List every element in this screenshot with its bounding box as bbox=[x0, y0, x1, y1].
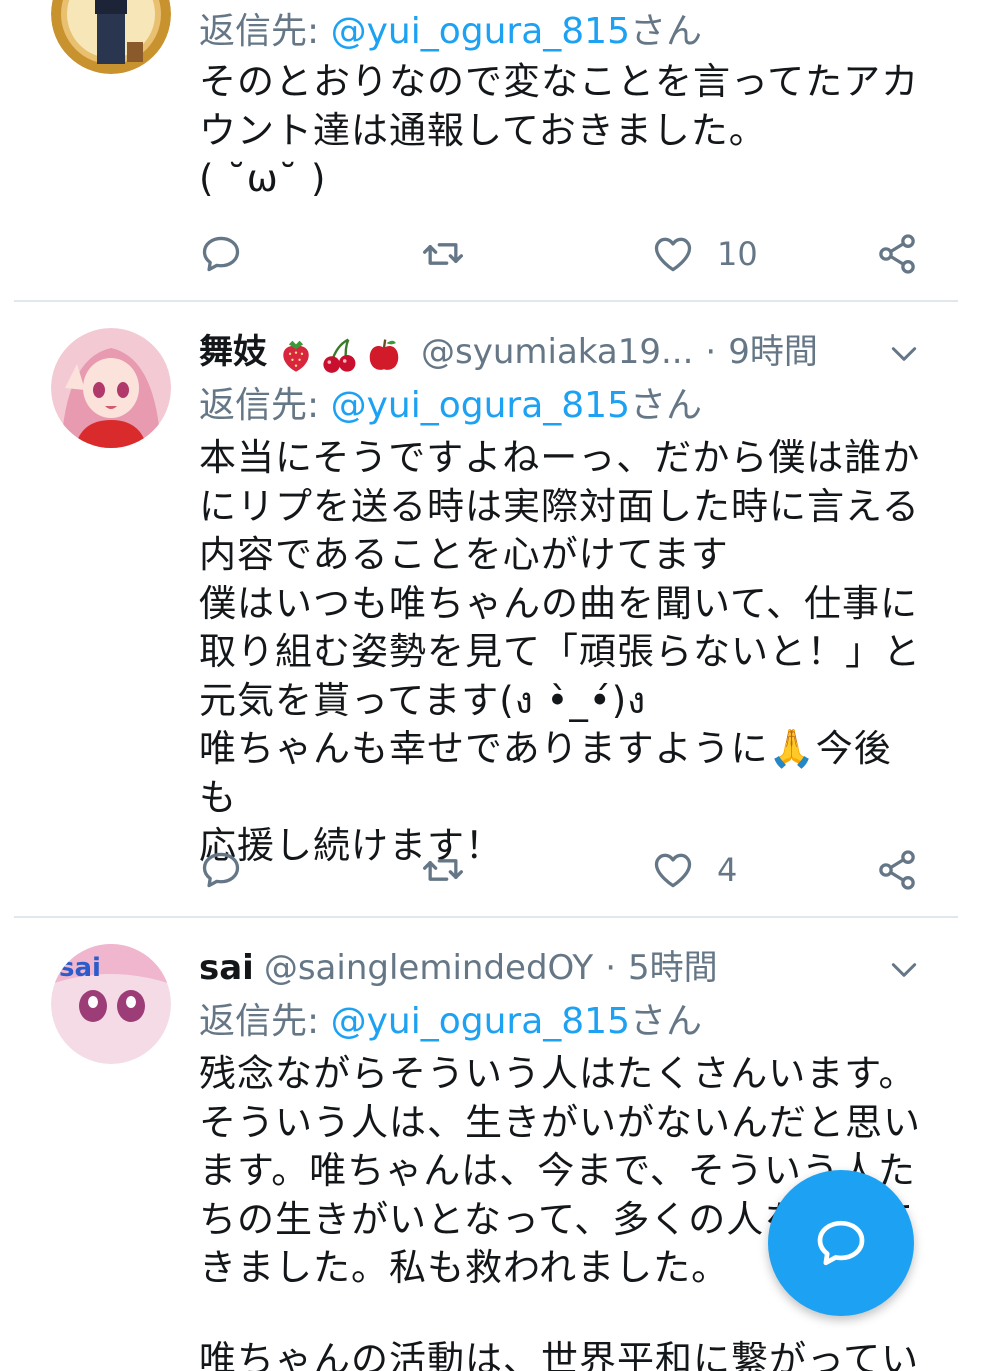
cherries-icon bbox=[323, 338, 356, 373]
separator-dot: · bbox=[605, 948, 617, 988]
reply-timeline: 返信先: @yui_ogura_815さん そのとおりなので変なことを言ってたア… bbox=[0, 0, 1000, 1371]
reply-button[interactable] bbox=[199, 224, 265, 284]
red-apple-icon bbox=[369, 339, 399, 370]
reply-suffix: さん bbox=[629, 11, 702, 52]
compose-reply-icon bbox=[817, 1220, 865, 1266]
tweet-1[interactable]: 返信先: @yui_ogura_815さん そのとおりなので変なことを言ってたア… bbox=[0, 0, 1000, 302]
avatar[interactable] bbox=[51, 0, 171, 74]
tweet-header: 舞妓 @syumiaka19... · 9時間 bbox=[199, 328, 920, 376]
tweet-actions: 10 bbox=[199, 224, 929, 284]
retweet-icon bbox=[423, 859, 463, 881]
reply-to-line: 返信先: @yui_ogura_815さん bbox=[199, 8, 702, 56]
reply-mention-link[interactable]: @yui_ogura_815 bbox=[331, 11, 630, 52]
tweet-text-clipped-line: 唯ちゃんの活動は、世界平和に繋がってい bbox=[199, 1338, 920, 1371]
display-name[interactable]: 舞妓 bbox=[199, 332, 267, 372]
reply-mention-link[interactable]: @yui_ogura_815 bbox=[331, 385, 630, 426]
retweet-button[interactable] bbox=[421, 840, 487, 900]
user-handle[interactable]: @syumiaka19... bbox=[421, 332, 693, 372]
tweet-text: 本当にそうですよねーっ、だから僕は誰か にリプを送る時は実際対面した時に言える … bbox=[199, 436, 921, 867]
tweet-text: そのとおりなので変なことを言ってたアカ ウント達は通報しておきました。 ( ˘ω… bbox=[199, 60, 920, 200]
like-button[interactable]: 4 bbox=[651, 840, 737, 900]
name-emojis bbox=[277, 330, 407, 377]
tweet-time[interactable]: 9時間 bbox=[728, 332, 818, 372]
reply-icon bbox=[202, 236, 240, 272]
retweet-button[interactable] bbox=[421, 224, 487, 284]
share-button[interactable] bbox=[875, 224, 919, 284]
tweet-actions: 4 bbox=[199, 840, 929, 900]
user-handle[interactable]: @sainglemindedOY bbox=[264, 948, 593, 988]
like-count: 4 bbox=[717, 851, 738, 889]
reply-to-line: 返信先: @yui_ogura_815さん bbox=[199, 382, 702, 430]
share-icon bbox=[879, 234, 915, 274]
reply-to-line: 返信先: @yui_ogura_815さん bbox=[199, 998, 702, 1046]
like-button[interactable]: 10 bbox=[651, 224, 758, 284]
chevron-down-icon[interactable] bbox=[888, 954, 920, 986]
compose-reply-button[interactable] bbox=[768, 1170, 914, 1316]
share-button[interactable] bbox=[875, 840, 919, 900]
avatar[interactable]: sai bbox=[51, 944, 171, 1064]
strawberry-icon bbox=[283, 340, 309, 372]
heart-icon bbox=[654, 237, 692, 272]
chevron-down-icon[interactable] bbox=[888, 338, 920, 370]
reply-suffix: さん bbox=[629, 1001, 702, 1042]
like-count: 10 bbox=[717, 235, 758, 273]
reply-suffix: さん bbox=[629, 385, 702, 426]
reply-prefix: 返信先: bbox=[199, 385, 331, 426]
display-name[interactable]: sai bbox=[199, 948, 254, 988]
share-icon bbox=[879, 850, 915, 890]
reply-prefix: 返信先: bbox=[199, 1001, 331, 1042]
reply-prefix: 返信先: bbox=[199, 11, 331, 52]
svg-text:sai: sai bbox=[59, 953, 101, 983]
tweet-header: sai @sainglemindedOY · 5時間 bbox=[199, 944, 920, 992]
separator-dot: · bbox=[705, 332, 717, 372]
reply-icon bbox=[202, 852, 240, 888]
tweet-2[interactable]: 舞妓 @syumiaka19... · 9時間 返信先: @yui_ogura_815… bbox=[0, 302, 1000, 918]
heart-icon bbox=[654, 853, 692, 888]
retweet-icon bbox=[423, 243, 463, 265]
reply-button[interactable] bbox=[199, 840, 265, 900]
reply-mention-link[interactable]: @yui_ogura_815 bbox=[331, 1001, 630, 1042]
avatar[interactable] bbox=[51, 328, 171, 448]
tweet-time[interactable]: 5時間 bbox=[628, 948, 718, 988]
